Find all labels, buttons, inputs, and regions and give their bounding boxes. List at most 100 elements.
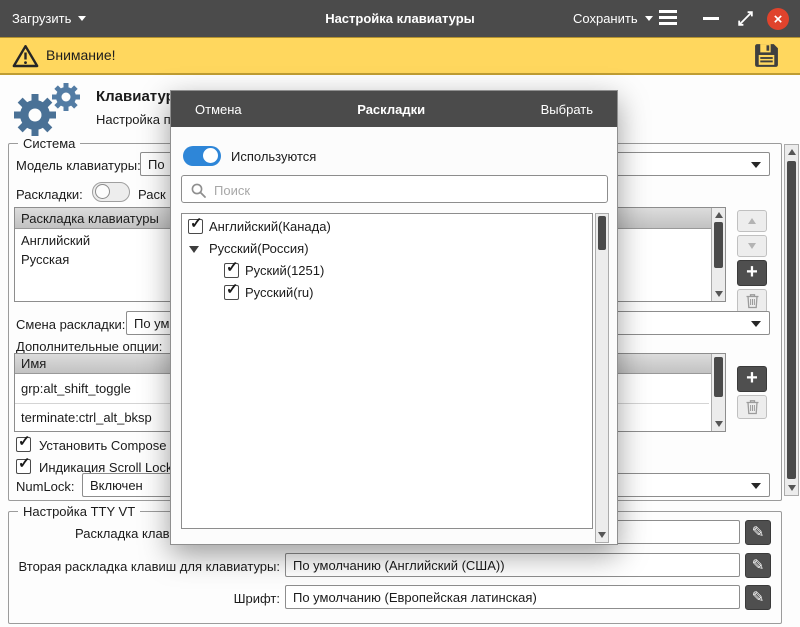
numlock-label: NumLock: — [16, 479, 75, 494]
save-file-button[interactable] — [753, 42, 781, 70]
combobox-value: По — [148, 157, 165, 172]
chevron-down-icon — [751, 483, 761, 489]
used-toggle-label: Используются — [231, 149, 316, 164]
scrollbar-thumb[interactable] — [787, 161, 796, 479]
options-table-scrollbar[interactable] — [711, 354, 725, 431]
add-layout-button[interactable]: + — [737, 260, 767, 286]
tree-item[interactable]: Руский(1251) — [182, 260, 592, 282]
scroll-down-icon[interactable] — [715, 291, 723, 297]
delete-option-button[interactable] — [737, 395, 767, 419]
search-box — [181, 175, 608, 203]
tree-item-parent[interactable]: Русский(Россия) — [182, 238, 592, 260]
tty-font-edit-button[interactable]: ✎ — [745, 585, 771, 610]
tty-second-layout-label: Вторая раскладка клавиш для клавиатуры: — [14, 559, 280, 574]
combobox-value: По ум — [134, 316, 169, 331]
close-button[interactable]: × — [767, 8, 789, 30]
tty-layout-label: Раскладка клав — [75, 526, 170, 541]
floppy-icon — [753, 42, 780, 69]
maximize-button[interactable] — [736, 9, 755, 31]
caret-down-icon — [78, 16, 86, 21]
load-menu-label: Загрузить — [12, 11, 71, 26]
chevron-down-icon — [751, 162, 761, 168]
layouts-label: Раскладки: — [16, 187, 83, 202]
toggle-knob — [95, 184, 110, 199]
compose-checkbox-label: Установить Compose — [39, 438, 166, 453]
warning-bar: Внимание! — [0, 37, 800, 75]
combobox-value: Включен — [90, 478, 143, 493]
expand-icon — [736, 9, 755, 28]
search-input[interactable] — [212, 179, 601, 201]
keyboard-model-label: Модель клавиатуры: — [16, 158, 141, 173]
select-button[interactable]: Выбрать — [541, 102, 593, 117]
load-menu-button[interactable]: Загрузить — [12, 0, 86, 37]
trash-icon — [745, 399, 760, 415]
scrollbar-thumb[interactable] — [598, 216, 606, 250]
pencil-icon: ✎ — [752, 558, 765, 573]
tty-layout-edit-button[interactable]: ✎ — [745, 520, 771, 545]
scrolllock-checkbox[interactable] — [16, 459, 31, 474]
modal-title: Раскладки — [357, 102, 425, 117]
tree-item[interactable]: Русский(ru) — [182, 282, 592, 304]
main-scrollbar[interactable] — [784, 144, 799, 496]
titlebar: Настройка клавиатуры Загрузить Сохранить… — [0, 0, 800, 37]
delete-layout-button[interactable] — [737, 289, 767, 313]
checkbox-checked-icon[interactable] — [188, 219, 203, 234]
pencil-icon: ✎ — [752, 590, 765, 605]
field-value: По умолчанию (Английский (США)) — [293, 558, 505, 573]
warning-text: Внимание! — [46, 47, 116, 63]
plus-icon: + — [746, 368, 758, 388]
close-icon: × — [774, 11, 783, 28]
scroll-up-icon[interactable] — [788, 149, 796, 155]
layouts-modal: Отмена Раскладки Выбрать Используются Ан… — [170, 90, 618, 545]
scroll-down-icon[interactable] — [788, 485, 796, 491]
window-title: Настройка клавиатуры — [0, 0, 800, 37]
layouts-table-scrollbar[interactable] — [711, 208, 725, 301]
warning-icon — [12, 44, 39, 68]
tree-item-label: Русский(ru) — [245, 285, 313, 300]
scroll-down-icon[interactable] — [715, 421, 723, 427]
tty-font-field[interactable]: По умолчанию (Европейская латинская) — [285, 585, 740, 609]
scrollbar-thumb[interactable] — [714, 222, 723, 268]
modal-header: Отмена Раскладки Выбрать — [171, 91, 617, 127]
expand-collapse-icon[interactable] — [189, 246, 199, 253]
tree-item[interactable]: Английский(Канада) — [182, 216, 592, 238]
chevron-down-icon — [751, 321, 761, 327]
tty-group-label: Настройка TTY VT — [18, 504, 140, 519]
tree-item-label: Английский(Канада) — [209, 219, 331, 234]
layouts-tree: Английский(Канада) Русский(Россия) Руски… — [181, 213, 593, 529]
used-toggle[interactable] — [183, 146, 221, 166]
save-menu-button[interactable]: Сохранить — [573, 0, 653, 37]
scroll-up-icon[interactable] — [715, 212, 723, 218]
arrow-up-icon — [748, 218, 756, 224]
move-down-button[interactable] — [737, 235, 767, 257]
save-menu-label: Сохранить — [573, 11, 638, 26]
toggle-knob — [203, 148, 218, 163]
arrow-down-icon — [748, 243, 756, 249]
field-value: По умолчанию (Европейская латинская) — [293, 590, 537, 605]
minimize-button[interactable] — [700, 8, 722, 30]
checkbox-checked-icon[interactable] — [224, 285, 239, 300]
tree-item-label: Руский(1251) — [245, 263, 324, 278]
menu-button[interactable] — [659, 10, 677, 25]
tty-font-label: Шрифт: — [14, 591, 280, 606]
app-window: Настройка клавиатуры Загрузить Сохранить… — [0, 0, 800, 627]
extra-options-label: Дополнительные опции: — [16, 339, 162, 354]
add-option-button[interactable]: + — [737, 366, 767, 392]
cancel-button[interactable]: Отмена — [195, 102, 242, 117]
search-icon — [190, 182, 207, 199]
layout-switch-label: Смена раскладки: — [16, 317, 125, 332]
gears-icon — [8, 78, 88, 140]
checkbox-checked-icon[interactable] — [224, 263, 239, 278]
compose-checkbox[interactable] — [16, 437, 31, 452]
pencil-icon: ✎ — [752, 525, 765, 540]
minimize-icon — [703, 17, 719, 20]
scroll-down-icon[interactable] — [598, 532, 606, 538]
tty-second-layout-edit-button[interactable]: ✎ — [745, 553, 771, 578]
scrollbar-thumb[interactable] — [714, 357, 723, 397]
page-subtitle: Настройка п — [96, 112, 171, 127]
tty-second-layout-field[interactable]: По умолчанию (Английский (США)) — [285, 553, 740, 577]
system-group-label: Система — [18, 136, 80, 151]
move-up-button[interactable] — [737, 210, 767, 232]
layouts-toggle[interactable] — [92, 182, 130, 202]
modal-scrollbar[interactable] — [595, 213, 609, 543]
